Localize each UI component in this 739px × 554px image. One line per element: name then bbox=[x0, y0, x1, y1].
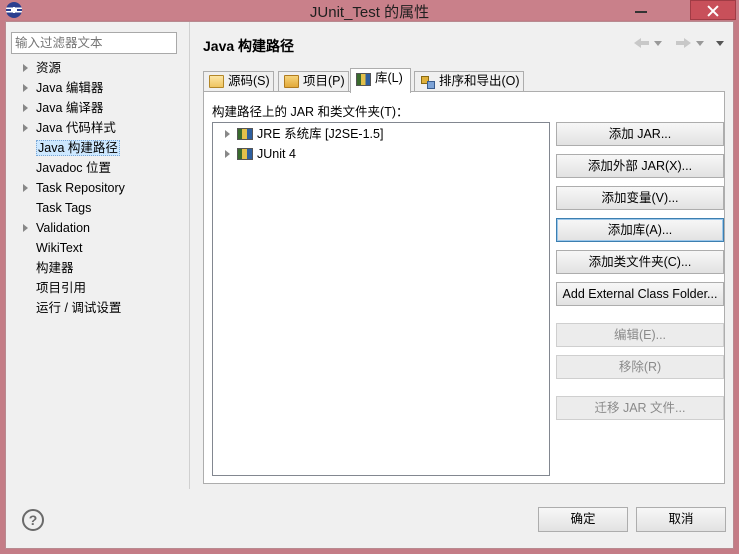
nav-item-label: 项目引用 bbox=[36, 281, 87, 295]
nav-item-label: Javadoc 位置 bbox=[36, 161, 112, 175]
tree-item-jre-system-library[interactable]: JRE 系统库 [J2SE-1.5] bbox=[213, 124, 383, 144]
nav-item-task-repository[interactable]: Task Repository bbox=[6, 178, 188, 198]
nav-item-task-tags[interactable]: Task Tags bbox=[6, 198, 188, 218]
nav-item-validation[interactable]: Validation bbox=[6, 218, 188, 238]
library-icon bbox=[237, 148, 253, 160]
page-title: Java 构建路径 bbox=[203, 38, 295, 54]
ok-button[interactable]: 确定 bbox=[538, 507, 628, 532]
forward-history-dropdown-icon[interactable] bbox=[696, 41, 704, 46]
minimize-button[interactable] bbox=[626, 0, 656, 20]
back-arrow-icon[interactable] bbox=[634, 36, 652, 50]
migrate-jar-button[interactable]: 迁移 JAR 文件... bbox=[556, 396, 724, 420]
libraries-tab-panel: 构建路径上的 JAR 和类文件夹(T)： JRE 系统库 [J2SE-1.5] … bbox=[203, 91, 725, 484]
tab-libraries[interactable]: 库(L) bbox=[350, 68, 411, 93]
build-path-tree[interactable]: JRE 系统库 [J2SE-1.5] JUnit 4 bbox=[212, 122, 550, 476]
expand-arrow-icon[interactable] bbox=[23, 224, 28, 232]
tab-label: 源码(S) bbox=[228, 74, 270, 88]
nav-item-label: Validation bbox=[36, 221, 90, 235]
jar-class-folders-label: 构建路径上的 JAR 和类文件夹(T)： bbox=[212, 105, 409, 119]
window-title-bar: JUnit_Test 的属性 bbox=[0, 0, 739, 21]
add-class-folder-button[interactable]: 添加类文件夹(C)... bbox=[556, 250, 724, 274]
library-icon bbox=[356, 73, 371, 86]
add-jar-button[interactable]: 添加 JAR... bbox=[556, 122, 724, 146]
nav-item-run-debug-settings[interactable]: 运行 / 调试设置 bbox=[6, 298, 188, 318]
tab-label: 项目(P) bbox=[303, 74, 345, 88]
tree-item-label: JUnit 4 bbox=[257, 147, 296, 161]
expand-arrow-icon[interactable] bbox=[23, 104, 28, 112]
add-external-jar-button[interactable]: 添加外部 JAR(X)... bbox=[556, 154, 724, 178]
nav-item-java-code-style[interactable]: Java 代码样式 bbox=[6, 118, 188, 138]
tab-label: 库(L) bbox=[375, 71, 403, 85]
nav-item-label: Java 代码样式 bbox=[36, 121, 116, 135]
nav-item-java-editor[interactable]: Java 编辑器 bbox=[6, 78, 188, 98]
nav-item-java-compiler[interactable]: Java 编译器 bbox=[6, 98, 188, 118]
nav-item-resource[interactable]: 资源 bbox=[6, 58, 188, 78]
expand-arrow-icon[interactable] bbox=[23, 124, 28, 132]
properties-dialog: 资源 Java 编辑器 Java 编译器 Java 代码样式 Java 构建路径… bbox=[5, 21, 734, 549]
filter-input[interactable] bbox=[11, 32, 177, 54]
expand-arrow-icon[interactable] bbox=[23, 64, 28, 72]
tab-source[interactable]: 源码(S) bbox=[203, 71, 274, 92]
nav-item-label: Java 构建路径 bbox=[36, 140, 120, 156]
add-variable-button[interactable]: 添加变量(V)... bbox=[556, 186, 724, 210]
back-history-dropdown-icon[interactable] bbox=[654, 41, 662, 46]
tab-order-export[interactable]: 排序和导出(O) bbox=[414, 71, 524, 92]
close-window-button[interactable] bbox=[690, 0, 736, 20]
nav-item-javadoc-location[interactable]: Javadoc 位置 bbox=[6, 158, 188, 178]
expand-arrow-icon[interactable] bbox=[23, 84, 28, 92]
pane-divider[interactable] bbox=[189, 22, 190, 489]
nav-item-label: Task Repository bbox=[36, 181, 125, 195]
view-menu-icon[interactable] bbox=[716, 41, 724, 46]
nav-item-label: WikiText bbox=[36, 241, 83, 255]
nav-item-label: 资源 bbox=[36, 61, 62, 75]
nav-item-label: 构建器 bbox=[36, 261, 74, 275]
tree-item-junit4[interactable]: JUnit 4 bbox=[213, 144, 296, 164]
add-external-class-folder-button[interactable]: Add External Class Folder... bbox=[556, 282, 724, 306]
nav-item-label: Java 编译器 bbox=[36, 101, 104, 115]
remove-button[interactable]: 移除(R) bbox=[556, 355, 724, 379]
expand-arrow-icon[interactable] bbox=[23, 184, 28, 192]
nav-item-label: 运行 / 调试设置 bbox=[36, 301, 122, 315]
add-library-button[interactable]: 添加库(A)... bbox=[556, 218, 724, 242]
nav-item-java-build-path[interactable]: Java 构建路径 bbox=[6, 138, 188, 158]
forward-arrow-icon[interactable] bbox=[676, 36, 694, 50]
tree-item-label: JRE 系统库 [J2SE-1.5] bbox=[257, 127, 384, 141]
tab-label: 排序和导出(O) bbox=[439, 74, 520, 88]
nav-item-label: Task Tags bbox=[36, 201, 92, 215]
order-export-icon bbox=[420, 75, 435, 89]
help-icon[interactable]: ? bbox=[22, 509, 44, 531]
expand-arrow-icon[interactable] bbox=[225, 130, 230, 138]
source-folder-icon bbox=[209, 75, 224, 88]
nav-item-project-references[interactable]: 项目引用 bbox=[6, 278, 188, 298]
project-folder-icon bbox=[284, 75, 299, 88]
expand-arrow-icon[interactable] bbox=[225, 150, 230, 158]
cancel-button[interactable]: 取消 bbox=[636, 507, 726, 532]
edit-button[interactable]: 编辑(E)... bbox=[556, 323, 724, 347]
property-page-tree: 资源 Java 编辑器 Java 编译器 Java 代码样式 Java 构建路径… bbox=[6, 58, 188, 318]
nav-item-wikitext[interactable]: WikiText bbox=[6, 238, 188, 258]
tab-projects[interactable]: 项目(P) bbox=[278, 71, 349, 92]
library-icon bbox=[237, 128, 253, 140]
nav-item-builders[interactable]: 构建器 bbox=[6, 258, 188, 278]
nav-item-label: Java 编辑器 bbox=[36, 81, 104, 95]
